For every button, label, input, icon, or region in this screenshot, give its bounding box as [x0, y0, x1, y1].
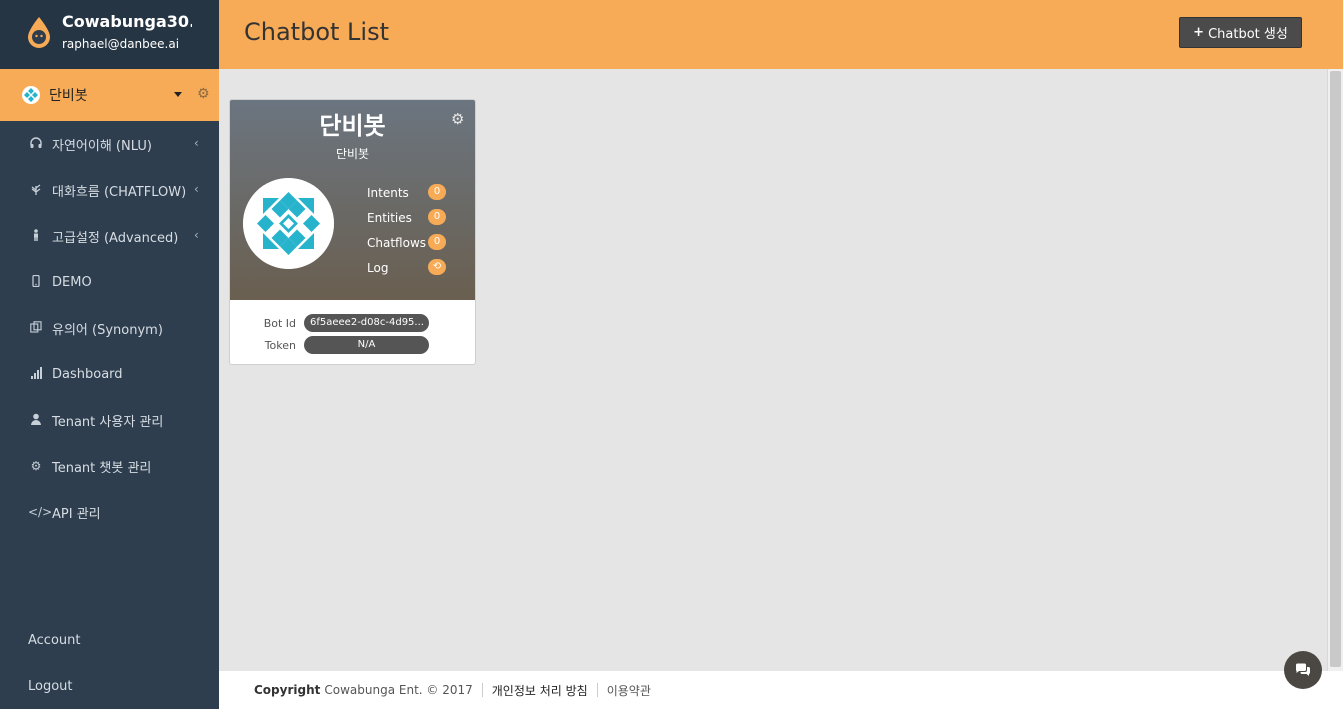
copy-icon: [28, 320, 44, 336]
sidebar-item-label: DEMO: [52, 274, 92, 290]
plus-icon: +: [1193, 25, 1205, 40]
chatbot-avatar: [243, 178, 334, 269]
user-icon: [28, 413, 44, 428]
scrollbar-thumb[interactable]: [1330, 71, 1341, 667]
stat-intents[interactable]: Intents 0: [367, 180, 447, 205]
chatbot-card-details: Bot Id 6f5aeee2-d08c-4d95... Token N/A: [230, 300, 475, 356]
caret-down-icon[interactable]: [174, 92, 182, 97]
chevron-left-icon: ‹: [194, 228, 199, 242]
chatbot-card-title: 단비봇: [319, 112, 386, 140]
sidebar-item-tenant-chatbots[interactable]: ⚙ Tenant 챗봇 관리: [0, 443, 219, 489]
bot-id-label: Bot Id: [263, 316, 296, 330]
chevron-left-icon: ‹: [194, 182, 199, 196]
sidebar-item-label: Account: [28, 632, 81, 648]
stat-label: Chatflows: [367, 235, 427, 250]
vertical-scrollbar[interactable]: [1327, 69, 1343, 671]
sidebar-item-advanced[interactable]: 고급설정 (Advanced) ‹: [0, 213, 219, 259]
terms-link[interactable]: 이용약관: [607, 682, 651, 699]
token-value[interactable]: N/A: [304, 336, 429, 354]
token-label: Token: [264, 338, 296, 352]
divider: [596, 683, 598, 697]
count-badge: 0: [428, 209, 446, 225]
code-icon: </>: [28, 505, 53, 519]
stat-chatflows[interactable]: Chatflows 0: [367, 230, 447, 255]
stat-label: Intents: [367, 185, 409, 200]
sidebar-item-label: API 관리: [52, 506, 101, 522]
chat-bubble-button[interactable]: [1284, 651, 1322, 689]
sidebar-item-label: Dashboard: [52, 366, 123, 382]
sidebar-item-label: Tenant 챗봇 관리: [52, 460, 152, 476]
sidebar-item-demo[interactable]: DEMO: [0, 259, 219, 305]
footer: Copyright Cowabunga Ent. © 2017 개인정보 처리 …: [219, 671, 1343, 709]
bot-selector-label: 단비봇: [49, 88, 88, 104]
sidebar-item-dashboard[interactable]: Dashboard: [0, 351, 219, 397]
bot-id-value[interactable]: 6f5aeee2-d08c-4d95...: [304, 314, 429, 332]
page-title: Chatbot List: [244, 18, 389, 46]
gear-icon[interactable]: ⚙: [197, 86, 210, 102]
sidebar-item-account[interactable]: Account: [0, 617, 219, 663]
bot-selector[interactable]: 단비봇 ⚙: [0, 69, 219, 121]
privacy-policy-link[interactable]: 개인정보 처리 방침: [492, 682, 588, 699]
sidebar-item-label: Tenant 사용자 관리: [52, 414, 164, 430]
bot-avatar-icon: [22, 86, 40, 104]
mobile-icon: [28, 274, 44, 290]
stat-label: Entities: [367, 210, 412, 225]
profile-header[interactable]: Cowabunga30... raphael@danbee.ai: [0, 0, 219, 69]
sidebar-item-label: 대화흐름 (CHATFLOW): [52, 184, 187, 200]
gear-icon[interactable]: ⚙: [451, 110, 464, 128]
chatbot-card-subtitle: 단비봇: [335, 147, 370, 161]
sidebar-item-nlu[interactable]: 자연어이해 (NLU) ‹: [0, 121, 219, 167]
stat-log[interactable]: Log ⟲: [367, 255, 447, 280]
copyright-text: Cowabunga Ent. © 2017: [324, 683, 473, 697]
headset-icon: [28, 136, 44, 152]
sidebar-nav: 자연어이해 (NLU) ‹ 대화흐름 (CHATFLOW) ‹ 고급설정 (Ad…: [0, 121, 219, 535]
create-chatbot-button[interactable]: + Chatbot 생성: [1179, 17, 1302, 48]
sidebar-bottom-nav: Account Logout: [0, 617, 219, 709]
count-badge: 0: [428, 234, 446, 250]
chatbot-card-header: 단비봇 단비봇 ⚙ Intents 0 Entities 0 Chatflows…: [230, 100, 475, 300]
stat-label: Log: [367, 260, 389, 275]
profile-name: Cowabunga30...: [62, 12, 192, 31]
history-icon: ⟲: [428, 259, 446, 275]
sidebar-item-label: 유의어 (Synonym): [52, 322, 163, 338]
token-field: Token N/A: [230, 334, 475, 356]
profile-email: raphael@danbee.ai: [62, 37, 180, 51]
sidebar-item-tenant-users[interactable]: Tenant 사용자 관리: [0, 397, 219, 443]
sidebar-item-api[interactable]: </> API 관리: [0, 489, 219, 535]
chevron-left-icon: ‹: [194, 136, 199, 150]
bot-id-field: Bot Id 6f5aeee2-d08c-4d95...: [230, 312, 475, 334]
copyright-label: Copyright: [254, 683, 321, 697]
bar-chart-icon: [28, 366, 44, 382]
stat-entities[interactable]: Entities 0: [367, 205, 447, 230]
count-badge: 0: [428, 184, 446, 200]
sidebar-item-synonym[interactable]: 유의어 (Synonym): [0, 305, 219, 351]
create-chatbot-label: Chatbot 생성: [1208, 27, 1288, 42]
logo-icon: [26, 16, 52, 50]
sidebar: Cowabunga30... raphael@danbee.ai 단비봇 ⚙ 자…: [0, 0, 219, 709]
top-header: Chatbot List + Chatbot 생성: [219, 0, 1343, 69]
divider: [481, 683, 483, 697]
sidebar-item-label: 자연어이해 (NLU): [52, 138, 152, 154]
person-icon: [28, 228, 44, 244]
chatbot-stats: Intents 0 Entities 0 Chatflows 0 Log ⟲: [367, 180, 447, 280]
sidebar-item-logout[interactable]: Logout: [0, 663, 219, 709]
chatbot-card[interactable]: 단비봇 단비봇 ⚙ Intents 0 Entities 0 Chatflows…: [229, 99, 476, 365]
sidebar-item-chatflow[interactable]: 대화흐름 (CHATFLOW) ‹: [0, 167, 219, 213]
chat-icon: [1295, 663, 1311, 676]
sidebar-item-label: Logout: [28, 678, 73, 694]
gear-icon: ⚙: [30, 459, 42, 473]
plant-icon: [28, 183, 44, 198]
sidebar-item-label: 고급설정 (Advanced): [52, 230, 179, 246]
